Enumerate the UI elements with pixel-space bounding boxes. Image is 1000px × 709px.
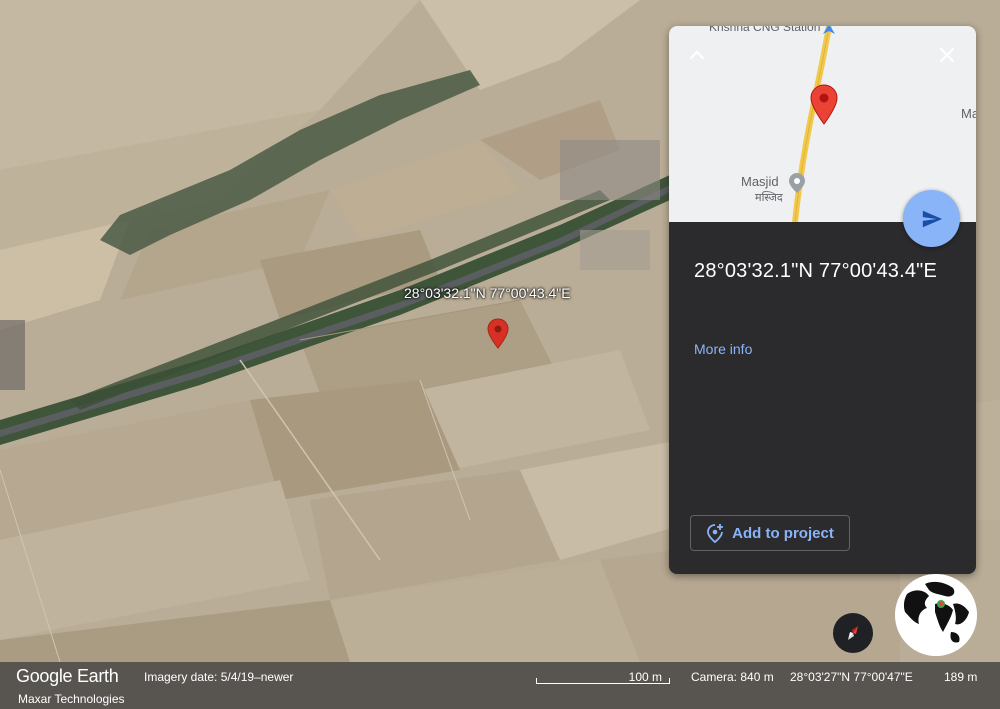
- chevron-up-icon: [689, 50, 705, 60]
- google-earth-logo: Google Earth: [16, 666, 119, 686]
- globe-icon: [895, 574, 977, 656]
- compass-icon: [848, 626, 858, 640]
- scale-bar-label: 100 m: [628, 670, 662, 684]
- share-button[interactable]: [903, 190, 960, 247]
- elevation: 189 m: [944, 670, 978, 684]
- poi-label-edge: Ma: [961, 106, 976, 121]
- poi-place-icon: [789, 173, 805, 193]
- status-bar: Google Earth Maxar Technologies Imagery …: [0, 662, 1000, 709]
- poi-label-masjid: Masjid: [741, 174, 779, 189]
- camera-altitude: Camera: 840 m: [691, 670, 774, 684]
- location-coordinates: 28°03'32.1"N 77°00'43.4"E: [694, 260, 938, 282]
- send-icon: [922, 210, 942, 227]
- location-info-panel: Krishna CNG Station Masjid मस्जिद Ma 28°…: [669, 26, 976, 574]
- pin-coordinates-label: 28°03'32.1"N 77°00'43.4"E: [404, 285, 571, 301]
- globe-overview[interactable]: [895, 574, 977, 656]
- close-icon: [939, 47, 955, 63]
- close-panel-button[interactable]: [931, 39, 963, 71]
- add-to-project-button[interactable]: Add to project: [690, 515, 850, 551]
- add-location-icon: [707, 524, 724, 543]
- collapse-panel-button[interactable]: [681, 39, 713, 71]
- imagery-date[interactable]: Imagery date: 5/4/19–newer: [144, 670, 293, 684]
- mini-map-pin-icon: [810, 84, 838, 125]
- add-to-project-label: Add to project: [732, 524, 834, 542]
- poi-label-masjid-hindi: मस्जिद: [755, 192, 783, 204]
- imagery-attribution: Maxar Technologies: [18, 692, 125, 706]
- cursor-coordinates: 28°03'27"N 77°00'47"E: [790, 670, 913, 684]
- map-pin-icon[interactable]: [487, 318, 509, 352]
- poi-label-station: Krishna CNG Station: [709, 26, 821, 34]
- more-info-link[interactable]: More info: [694, 341, 752, 357]
- scale-bar: 100 m: [536, 668, 670, 684]
- compass-button[interactable]: [833, 613, 873, 653]
